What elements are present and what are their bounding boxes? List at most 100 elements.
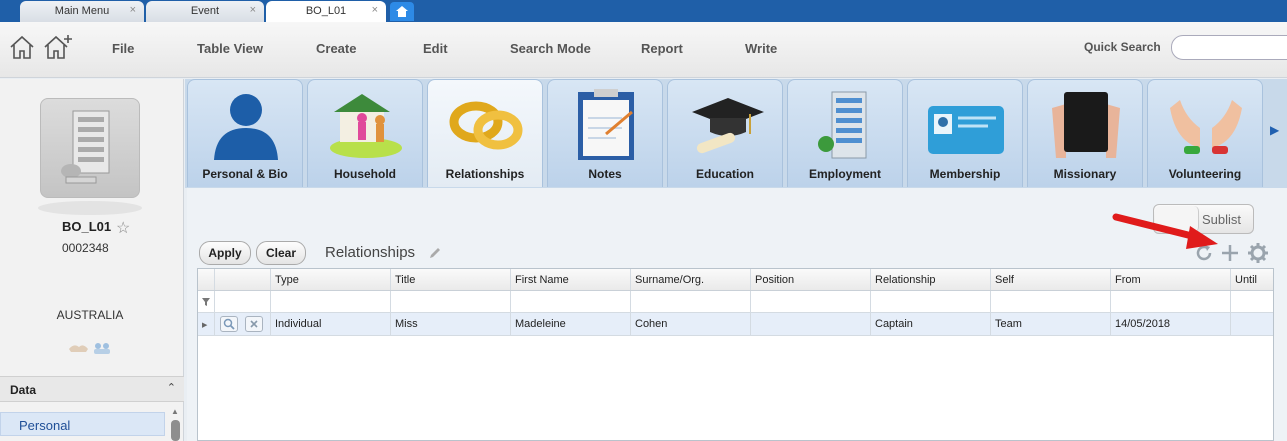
record-country: AUSTRALIA — [56, 308, 124, 322]
quick-search-label: Quick Search — [1084, 40, 1161, 54]
home-tab[interactable] — [390, 2, 414, 21]
magnifier-icon — [223, 318, 235, 330]
person-icon — [214, 94, 278, 160]
column-header-surname[interactable]: Surname/Org. — [631, 269, 751, 290]
column-header-type[interactable]: Type — [271, 269, 391, 290]
add-icon[interactable] — [1221, 243, 1239, 263]
toggle-switch — [1155, 206, 1199, 232]
close-icon[interactable]: × — [250, 4, 256, 16]
clear-button[interactable]: Clear — [256, 241, 306, 265]
column-header-first-name[interactable]: First Name — [511, 269, 631, 290]
menu-write[interactable]: Write — [745, 41, 777, 56]
cell-from: 14/05/2018 — [1111, 313, 1231, 335]
header-cell-actions — [215, 269, 271, 290]
menu-edit[interactable]: Edit — [423, 41, 448, 56]
tab-label: Event — [190, 5, 220, 17]
module-label: Household — [334, 167, 396, 181]
sublist-toggle[interactable]: Sublist — [1153, 204, 1254, 234]
delete-button[interactable] — [245, 316, 263, 332]
menu-table-view[interactable]: Table View — [197, 41, 263, 56]
column-header-self[interactable]: Self — [991, 269, 1111, 290]
apply-button[interactable]: Apply — [199, 241, 251, 265]
row-expander[interactable]: ▶ — [198, 313, 215, 335]
close-icon[interactable]: × — [130, 4, 136, 16]
column-header-title[interactable]: Title — [391, 269, 511, 290]
cell-surname: Cohen — [631, 313, 751, 335]
module-tab-missionary[interactable]: Missionary — [1027, 79, 1143, 187]
chevron-up-icon[interactable]: ⌃ — [167, 381, 176, 394]
tab-label: Main Menu — [54, 5, 110, 17]
module-scroll-right[interactable]: ▶ — [1264, 79, 1287, 188]
module-tab-household[interactable]: Household — [307, 79, 423, 187]
module-label: Volunteering — [1168, 167, 1242, 181]
favorite-star-icon[interactable]: ☆ — [116, 218, 130, 238]
filter-cell-title[interactable] — [391, 291, 511, 312]
avatar — [40, 98, 140, 198]
module-tab-education[interactable]: Education — [667, 79, 783, 187]
close-icon[interactable]: × — [372, 4, 378, 16]
module-tab-notes[interactable]: Notes — [547, 79, 663, 187]
sublist-label: Sublist — [1202, 212, 1242, 227]
menu-search-mode[interactable]: Search Mode — [510, 41, 591, 56]
gear-icon[interactable] — [1248, 243, 1268, 263]
filter-cell-until[interactable] — [1231, 291, 1273, 312]
tab-event[interactable]: Event × — [146, 1, 264, 22]
data-section-header[interactable]: Data ⌃ — [0, 376, 184, 402]
home-outline-icon[interactable] — [8, 34, 36, 60]
avatar-base — [38, 201, 142, 215]
module-label: Relationships — [445, 167, 525, 181]
module-tab-employment[interactable]: Employment — [787, 79, 903, 187]
view-button[interactable] — [220, 316, 238, 332]
module-tab-personal-bio[interactable]: Personal & Bio — [187, 79, 303, 187]
module-label: Education — [695, 167, 754, 181]
scroll-up-icon[interactable]: ▲ — [171, 407, 179, 416]
pencil-icon[interactable] — [428, 246, 442, 260]
sidebar-item-personal[interactable]: Personal — [0, 412, 165, 436]
module-tab-volunteering[interactable]: Volunteering — [1147, 79, 1263, 187]
chevron-right-icon: ▶ — [202, 322, 208, 329]
table-row[interactable]: ▶ Individual Miss Madeleine Cohen Captai… — [198, 313, 1273, 336]
relationship-icons — [69, 343, 110, 354]
cell-title: Miss — [391, 313, 511, 335]
menu-create[interactable]: Create — [316, 41, 356, 56]
column-header-until[interactable]: Until — [1231, 269, 1273, 290]
cell-first-name: Madeleine — [511, 313, 631, 335]
tab-main-menu[interactable]: Main Menu × — [20, 1, 144, 22]
office-building-icon — [818, 91, 867, 159]
section-title: Relationships — [325, 244, 416, 261]
module-label: Personal & Bio — [202, 167, 288, 181]
record-id: 0002348 — [62, 241, 109, 255]
filter-cell-relationship[interactable] — [871, 291, 991, 312]
main-toolbar: File Table View Create Edit Search Mode … — [0, 22, 1287, 78]
filter-cell-surname[interactable] — [631, 291, 751, 312]
filter-cell-position[interactable] — [751, 291, 871, 312]
filter-icon[interactable] — [202, 298, 210, 306]
household-icon — [330, 94, 402, 158]
module-label: Missionary — [1053, 167, 1117, 181]
scrollbar-thumb[interactable] — [171, 420, 180, 441]
module-tab-relationships[interactable]: Relationships — [427, 79, 543, 187]
add-home-icon[interactable] — [42, 34, 74, 60]
menu-file[interactable]: File — [112, 41, 134, 56]
column-header-from[interactable]: From — [1111, 269, 1231, 290]
quick-search-input[interactable] — [1171, 35, 1287, 60]
filter-cell-type[interactable] — [271, 291, 391, 312]
filter-cell-from[interactable] — [1111, 291, 1231, 312]
header-cell-spacer — [198, 269, 215, 290]
rings-icon — [449, 101, 523, 150]
column-header-position[interactable]: Position — [751, 269, 871, 290]
module-label: Notes — [588, 167, 622, 181]
refresh-icon[interactable] — [1194, 243, 1214, 263]
grid-header-row: Type Title First Name Surname/Org. Posit… — [198, 269, 1273, 291]
column-header-relationship[interactable]: Relationship — [871, 269, 991, 290]
tab-bo-l01[interactable]: BO_L01 × — [266, 1, 386, 22]
menu-report[interactable]: Report — [641, 41, 683, 56]
filter-cell — [215, 291, 271, 312]
filter-cell-self[interactable] — [991, 291, 1111, 312]
module-tab-membership[interactable]: Membership — [907, 79, 1023, 187]
building-avatar-icon — [61, 110, 110, 184]
row-actions — [215, 313, 271, 335]
sidebar-item-label: Personal — [19, 418, 71, 433]
filter-cell-first-name[interactable] — [511, 291, 631, 312]
cell-self: Team — [991, 313, 1111, 335]
